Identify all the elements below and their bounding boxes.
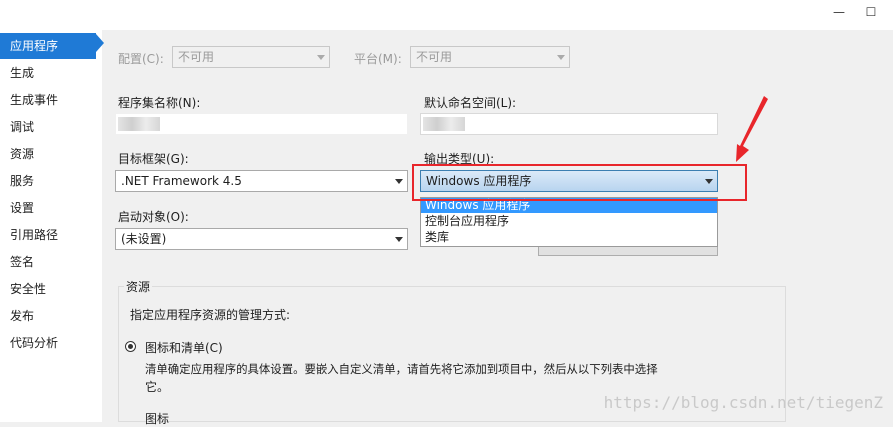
startup-object-select[interactable]: (未设置): [115, 228, 408, 250]
sidebar-item-debug[interactable]: 调试: [0, 114, 102, 140]
dropdown-option-class-library[interactable]: 类库: [421, 230, 717, 245]
target-framework-select[interactable]: .NET Framework 4.5: [115, 170, 408, 192]
platform-label: 平台(M):: [354, 52, 402, 66]
sidebar: 应用程序 生成 生成事件 调试 资源 服务 设置 引用路径 签名 安全性 发布 …: [0, 30, 104, 422]
chevron-down-icon: [557, 55, 565, 60]
sidebar-item-signing[interactable]: 签名: [0, 249, 102, 275]
default-namespace-input[interactable]: [420, 113, 718, 135]
chevron-down-icon: [395, 237, 403, 242]
manifest-description-cont: 它。: [145, 380, 170, 394]
resources-instruction: 指定应用程序资源的管理方式:: [130, 308, 291, 322]
icon-label-cutoff: 图标: [145, 412, 170, 426]
target-framework-label: 目标框架(G):: [118, 152, 189, 166]
icon-manifest-label[interactable]: 图标和清单(C): [145, 339, 223, 356]
startup-object-label: 启动对象(O):: [118, 210, 189, 224]
sidebar-item-build-events[interactable]: 生成事件: [0, 87, 102, 113]
sidebar-item-label: 发布: [10, 309, 35, 323]
chevron-down-icon: [317, 55, 325, 60]
target-framework-value: .NET Framework 4.5: [121, 174, 242, 188]
icon-manifest-radio[interactable]: [125, 341, 136, 352]
sidebar-item-label: 服务: [10, 174, 35, 188]
redacted-text: [118, 117, 160, 131]
sidebar-item-label: 资源: [10, 147, 35, 161]
sidebar-item-application[interactable]: 应用程序: [0, 33, 96, 59]
sidebar-item-reference-paths[interactable]: 引用路径: [0, 222, 102, 248]
resources-group-title: 资源: [124, 278, 153, 295]
active-item-arrow-icon: [96, 34, 104, 52]
sidebar-item-label: 代码分析: [10, 336, 59, 350]
assembly-name-input[interactable]: [115, 113, 408, 135]
title-bar: — ☐: [0, 0, 893, 30]
sidebar-item-settings[interactable]: 设置: [0, 195, 102, 221]
annotation-arrow-icon: [736, 96, 768, 162]
minimize-icon[interactable]: —: [828, 4, 850, 20]
maximize-icon[interactable]: ☐: [860, 4, 882, 20]
config-value: 不可用: [178, 50, 215, 64]
sidebar-item-code-analysis[interactable]: 代码分析: [0, 330, 102, 356]
manifest-description: 清单确定应用程序的具体设置。要嵌入自定义清单，请首先将它添加到项目中，然后从以下…: [145, 362, 658, 376]
default-namespace-label: 默认命名空间(L):: [424, 96, 517, 110]
sidebar-item-label: 引用路径: [10, 228, 59, 242]
sidebar-item-label: 签名: [10, 255, 35, 269]
sidebar-item-label: 设置: [10, 201, 35, 215]
chevron-down-icon: [395, 179, 403, 184]
assembly-name-label: 程序集名称(N):: [118, 96, 201, 110]
sidebar-item-publish[interactable]: 发布: [0, 303, 102, 329]
sidebar-item-build[interactable]: 生成: [0, 60, 102, 86]
sidebar-item-label: 生成事件: [10, 93, 59, 107]
output-type-dropdown: Windows 应用程序 控制台应用程序 类库: [420, 197, 718, 247]
config-label: 配置(C):: [118, 52, 164, 66]
sidebar-item-services[interactable]: 服务: [0, 168, 102, 194]
sidebar-item-label: 调试: [10, 120, 35, 134]
sidebar-item-resources[interactable]: 资源: [0, 141, 102, 167]
platform-select[interactable]: 不可用: [410, 46, 570, 68]
sidebar-item-label: 应用程序: [10, 39, 59, 53]
startup-object-value: (未设置): [121, 232, 167, 246]
sidebar-item-label: 安全性: [10, 282, 47, 296]
sidebar-item-security[interactable]: 安全性: [0, 276, 102, 302]
config-select[interactable]: 不可用: [172, 46, 330, 68]
dropdown-option-console-app[interactable]: 控制台应用程序: [421, 214, 717, 229]
platform-value: 不可用: [416, 50, 453, 64]
redacted-text: [423, 117, 465, 131]
watermark: https://blog.csdn.net/tiegenZ: [603, 393, 883, 412]
sidebar-item-label: 生成: [10, 66, 35, 80]
annotation-highlight: [412, 164, 747, 201]
radio-dot-icon: [128, 344, 133, 349]
